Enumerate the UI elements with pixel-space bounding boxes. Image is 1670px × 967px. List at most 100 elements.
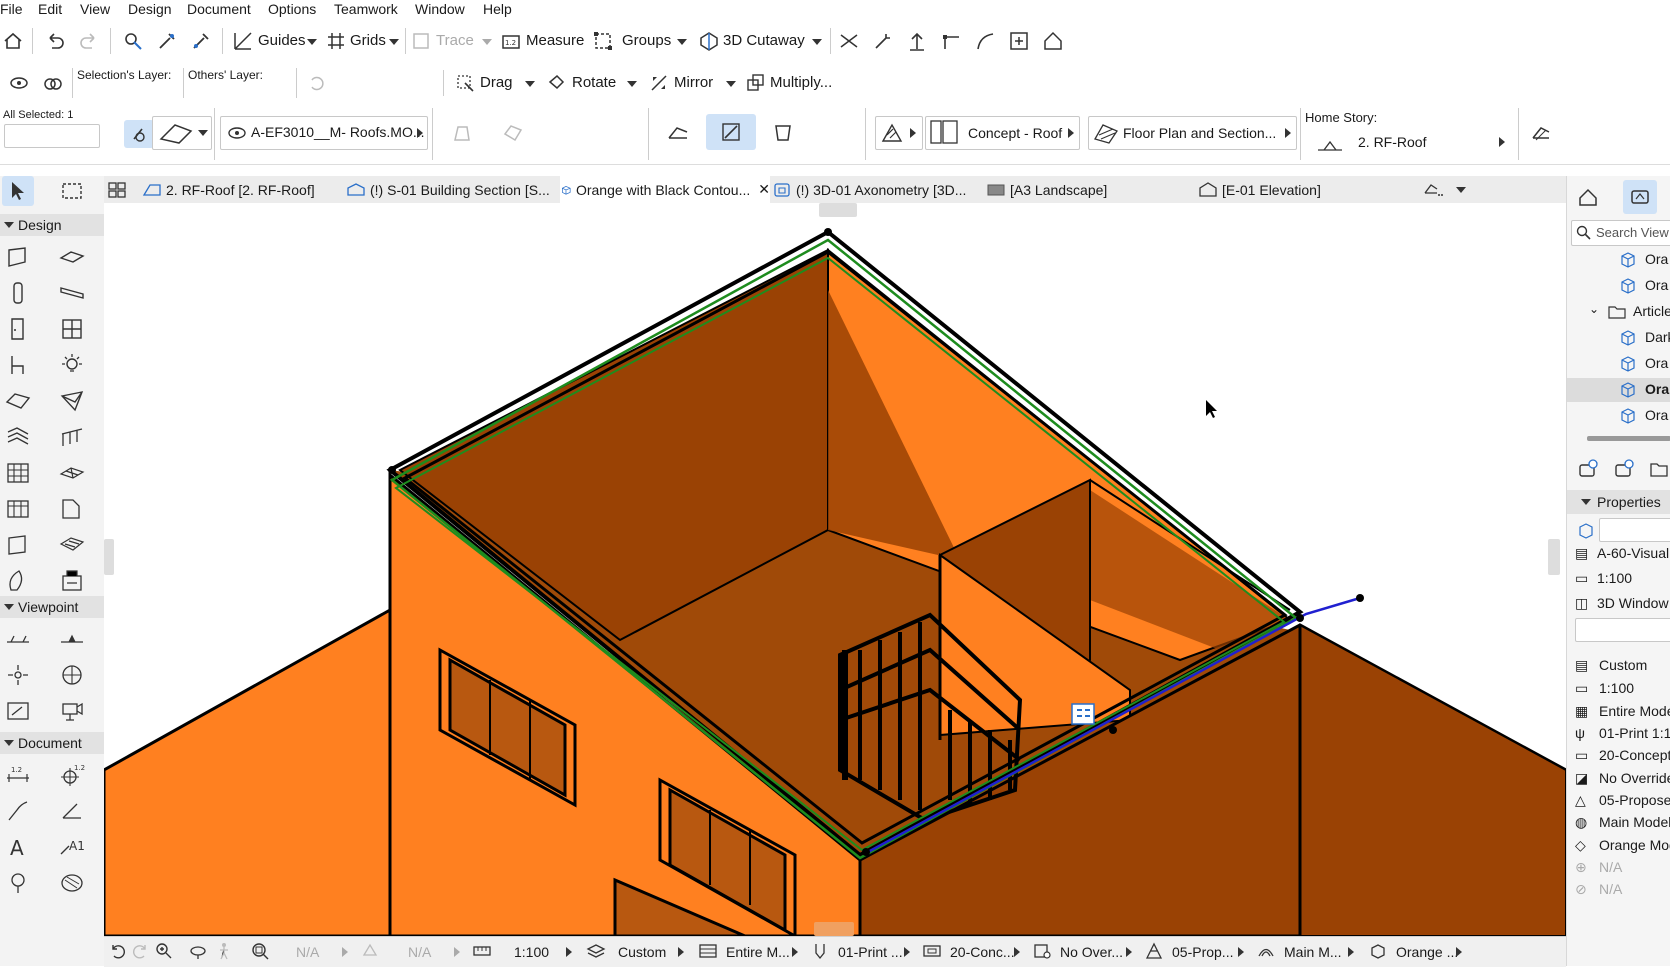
right-scroll-handle[interactable] <box>1548 539 1560 575</box>
graphic-override-value[interactable]: No Over... <box>1060 944 1123 960</box>
object-tool-icon[interactable] <box>2 350 34 380</box>
marker-tool-icon[interactable] <box>2 868 34 898</box>
magic-wand-icon[interactable] <box>870 28 896 54</box>
guides-dropdown-icon[interactable] <box>307 39 317 45</box>
rotate-icon[interactable] <box>544 70 570 96</box>
undo-zoom-icon[interactable] <box>108 941 128 961</box>
rotation-arrow-icon[interactable] <box>454 947 460 957</box>
prop-structure-display[interactable]: ▤ Custom <box>1567 654 1670 678</box>
redo-zoom-icon[interactable] <box>130 941 150 961</box>
mesh-tool-icon[interactable] <box>56 458 88 488</box>
cutaway-dropdown-icon[interactable] <box>812 39 822 45</box>
worksheet-tool-icon[interactable] <box>56 660 88 690</box>
door-tool-icon[interactable] <box>2 314 34 344</box>
structure-display-arrow-icon[interactable] <box>1348 947 1354 957</box>
elevation-tool-icon[interactable] <box>56 624 88 654</box>
model-view-icon[interactable] <box>698 941 718 961</box>
prop-scale[interactable]: ▭ 1:100 <box>1567 567 1670 591</box>
pen-set-icon[interactable] <box>810 941 830 961</box>
bottom-scroll-handle[interactable] <box>814 922 854 936</box>
stair-tool-icon[interactable] <box>2 422 34 452</box>
pivot-line-icon[interactable] <box>665 120 691 146</box>
top-scroll-handle[interactable] <box>819 203 857 217</box>
layer-combo-icon[interactable] <box>586 941 606 961</box>
home-icon[interactable] <box>0 28 26 54</box>
layer-combo-arrow-icon[interactable] <box>678 947 684 957</box>
drag-dropdown-icon[interactable] <box>525 81 535 87</box>
intersect-icon[interactable] <box>836 28 862 54</box>
prop-graphic-override[interactable]: ◪ No Override <box>1567 767 1670 791</box>
layer-eye-icon[interactable] <box>6 70 32 96</box>
plane-icon[interactable] <box>770 120 796 146</box>
trace-icon[interactable] <box>408 28 434 54</box>
guides-icon[interactable] <box>230 28 256 54</box>
model-view-value[interactable]: Entire M... <box>726 944 790 960</box>
tab-axonometry[interactable]: (!) 3D-01 Axonometry [3D... <box>772 176 982 203</box>
mirror-label[interactable]: Mirror <box>674 74 713 91</box>
redo-icon[interactable] <box>76 28 102 54</box>
menu-window[interactable]: Window <box>415 1 465 17</box>
curtain-wall-tool-icon[interactable] <box>2 458 34 488</box>
scale-arrow-icon[interactable] <box>566 947 572 957</box>
roof-house-icon[interactable] <box>1040 28 1066 54</box>
grids-label[interactable]: Grids <box>350 32 386 49</box>
3d-style-icon[interactable] <box>1368 941 1388 961</box>
zoom-value[interactable]: N/A <box>296 944 319 960</box>
fillet-icon[interactable] <box>938 28 964 54</box>
renovation-filter-arrow-icon[interactable] <box>1238 947 1244 957</box>
window-tool-icon[interactable] <box>56 314 88 344</box>
tab-building-section[interactable]: (!) S-01 Building Section [S... <box>346 176 556 203</box>
explode-icon[interactable] <box>1006 28 1032 54</box>
prop-rotation[interactable]: ⊘ N/A <box>1567 878 1670 902</box>
slope-icon[interactable] <box>706 114 756 150</box>
prop-drawing-scale[interactable]: ▭ 1:100 <box>1567 677 1670 701</box>
section-tool-icon[interactable] <box>2 624 34 654</box>
navigator-item[interactable]: Ora <box>1567 404 1670 428</box>
rotation-value[interactable]: N/A <box>408 944 431 960</box>
slab-tool-icon[interactable] <box>56 242 88 272</box>
clone-view-icon[interactable] <box>1611 456 1637 482</box>
prop-dimension[interactable]: ◍ Main Model <box>1567 811 1670 835</box>
camera-tool-icon[interactable] <box>56 696 88 726</box>
3d-style-value[interactable]: Orange ... <box>1396 944 1458 960</box>
measure-icon[interactable]: 1.2 <box>498 28 524 54</box>
graphic-override-icon[interactable] <box>1032 941 1052 961</box>
renovation-filter-icon[interactable] <box>1144 941 1164 961</box>
cutaway-label[interactable]: 3D Cutaway <box>723 32 805 49</box>
dimension-tool-icon[interactable]: 1.2 <box>2 760 34 790</box>
building-3d-model[interactable] <box>104 203 1566 936</box>
new-folder-icon[interactable] <box>1647 456 1670 482</box>
left-scroll-handle[interactable] <box>104 539 114 575</box>
menu-document[interactable]: Document <box>187 1 251 17</box>
document-section-header[interactable]: Document <box>0 732 104 754</box>
tab-floor-plan[interactable]: 2. RF-Roof [2. RF-Roof] <box>142 176 342 203</box>
tab-menu-icon[interactable] <box>1420 177 1446 203</box>
tab-orange-3d[interactable]: Orange with Black Contou... ✕ <box>560 176 770 203</box>
orbit-icon[interactable] <box>188 941 208 961</box>
scale-icon[interactable] <box>472 941 492 961</box>
angle-dimension-tool-icon[interactable] <box>56 796 88 826</box>
beam-tool-icon[interactable] <box>56 278 88 308</box>
building-material-selector[interactable]: Concept - Roof <box>925 116 1080 150</box>
navigator-item-selected[interactable]: Ora <box>1567 378 1670 402</box>
lamp-tool-icon[interactable] <box>56 350 88 380</box>
pen-set-arrow-icon[interactable] <box>904 947 910 957</box>
syringe-icon[interactable] <box>188 28 214 54</box>
label-tool-icon[interactable]: A1 <box>56 832 88 862</box>
multiply-icon[interactable] <box>743 70 769 96</box>
structure-display-icon[interactable] <box>1256 941 1276 961</box>
zone-tool-icon[interactable] <box>2 494 34 524</box>
groups-label[interactable]: Groups <box>622 32 671 49</box>
undo-icon[interactable] <box>42 28 68 54</box>
grids-dropdown-icon[interactable] <box>389 39 399 45</box>
roof-shape-icon[interactable] <box>500 120 526 146</box>
layer-lock-icon[interactable] <box>40 70 66 96</box>
zoom-in-icon[interactable] <box>154 941 174 961</box>
marquee-tool-icon[interactable] <box>56 176 88 206</box>
drag-label[interactable]: Drag <box>480 74 513 91</box>
menu-options[interactable]: Options <box>268 1 316 17</box>
menu-help[interactable]: Help <box>483 1 512 17</box>
structure-display-value[interactable]: Main M... <box>1284 944 1342 960</box>
chevron-down-icon[interactable]: ⌄ <box>1589 302 1599 316</box>
mirror-dropdown-icon[interactable] <box>726 81 736 87</box>
